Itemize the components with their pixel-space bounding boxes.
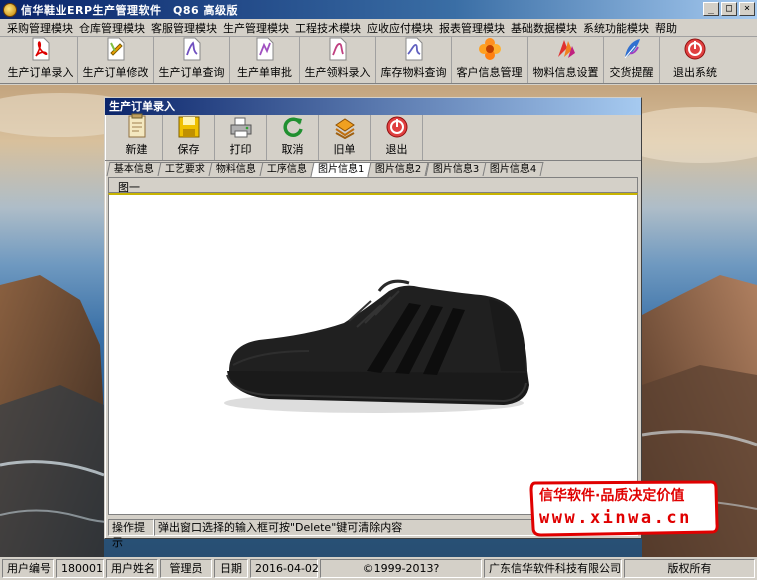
minimize-button[interactable]: _ [703,2,719,16]
toolbar-material-entry-button[interactable]: 生产领料录入 [300,37,376,83]
menu-production[interactable]: 生产管理模块 [220,20,292,36]
promo-banner: 信华软件·品质决定价值 www.xinwa.cn [527,478,722,540]
user-id-value: 180001 [56,559,104,578]
new-button[interactable]: 新建 [111,113,163,160]
window-title: 信华鞋业ERP生产管理软件 Q86 高级版 [21,3,239,17]
product-image-panel[interactable] [108,193,638,515]
flower-icon [478,37,502,61]
menu-warehouse[interactable]: 仓库管理模块 [76,20,148,36]
exit-icon [384,115,410,139]
window-controls: _ □ × [703,2,755,16]
tab-image-info-2[interactable]: 图片信息2 [367,162,430,176]
edit-doc-icon [104,37,128,61]
toolbar-order-approve-button[interactable]: 生产单审批 [230,37,300,83]
toolbar-delivery-reminder-button[interactable]: 交货提醒 [604,37,660,83]
order-entry-window: 生产订单录入 新建 保存 打印 取消 旧单 退出 基本信息 工艺要求 物料信息 … [104,97,642,549]
title-bar: 信华鞋业ERP生产管理软件 Q86 高级版 _ □ × [0,0,757,19]
exit-icon [683,37,707,61]
toolbar-order-modify-button[interactable]: 生产订单修改 [78,37,154,83]
toolbar-customer-info-button[interactable]: 客户信息管理 [452,37,528,83]
menu-engineering[interactable]: 工程技术模块 [292,20,364,36]
cancel-button[interactable]: 取消 [267,115,319,160]
info-tabs: 基本信息 工艺要求 物料信息 工序信息 图片信息1 图片信息2 图片信息3 图片… [106,162,544,177]
order-entry-title: 生产订单录入 [105,98,641,115]
copyright-years: ©1999-2013? [320,559,482,578]
toolbar-order-query-button[interactable]: 生产订单查询 [154,37,230,83]
toolbar-material-settings-button[interactable]: 物料信息设置 [528,37,604,83]
tab-basic-info[interactable]: 基本信息 [106,162,162,176]
toolbar-inventory-query-button[interactable]: 库存物料查询 [376,37,452,83]
approve-doc-icon [253,37,277,61]
app-icon [3,2,17,17]
printer-icon [228,115,254,139]
menu-purchase[interactable]: 采购管理模块 [4,20,76,36]
menu-system[interactable]: 系统功能模块 [580,20,652,36]
menu-customer-service[interactable]: 客服管理模块 [148,20,220,36]
refresh-icon [280,115,306,139]
toolbar-exit-button[interactable]: 退出系统 [660,37,730,83]
tab-image-info-1[interactable]: 图片信息1 [310,162,372,177]
query-doc-icon [180,37,204,61]
save-button[interactable]: 保存 [163,115,215,160]
feather-icon [620,37,644,61]
image-subtab-bar: 图一 [108,177,638,194]
main-toolbar: 生产订单录入 生产订单修改 生产订单查询 生产单审批 生产领料录入 库存物料查询 [0,37,757,84]
user-id-label: 用户编号 [2,559,54,578]
menu-receivable-payable[interactable]: 应收应付模块 [364,20,436,36]
menu-reports[interactable]: 报表管理模块 [436,20,508,36]
menu-base-data[interactable]: 基础数据模块 [508,20,580,36]
tab-image-info-3[interactable]: 图片信息3 [425,162,487,176]
shoe-image [224,279,529,413]
material-doc-icon [326,37,350,61]
exit-button[interactable]: 退出 [371,115,423,160]
tab-process-requirements[interactable]: 工艺要求 [157,162,213,176]
tab-material-info[interactable]: 物料信息 [208,162,264,176]
menu-bar: 采购管理模块 仓库管理模块 客服管理模块 生产管理模块 工程技术模块 应收应付模… [0,19,757,37]
maximize-button[interactable]: □ [721,2,737,16]
date-value: 2016-04-02 [250,559,319,578]
inventory-doc-icon [402,37,426,61]
print-button[interactable]: 打印 [215,115,267,160]
menu-help[interactable]: 帮助 [652,20,680,36]
company-name: 广东信华软件科技有限公司 [484,559,622,578]
old-order-button[interactable]: 旧单 [319,115,371,160]
order-entry-toolbar: 新建 保存 打印 取消 旧单 退出 [105,113,641,161]
new-doc-icon [124,113,150,139]
save-icon [176,115,202,139]
hint-label: 操作提示 [108,519,154,549]
rights-reserved: 版权所有 [624,559,755,578]
old-order-icon [332,115,358,139]
colorful-icon [554,37,578,61]
user-name-label: 用户姓名 [106,559,158,578]
status-bar: 用户编号 180001 用户姓名 管理员 日期 2016-04-02 ©1999… [0,557,757,580]
user-name-value: 管理员 [160,559,212,578]
promo-slogan: 信华软件·品质决定价值 [539,488,685,504]
toolbar-order-entry-button[interactable]: 生产订单录入 [4,37,78,83]
tab-procedure-info[interactable]: 工序信息 [259,162,315,176]
date-label: 日期 [214,559,248,578]
pdf-icon [29,37,53,61]
tab-image-info-4[interactable]: 图片信息4 [482,162,544,176]
close-button[interactable]: × [739,2,755,16]
promo-url: www.xinwa.cn [539,508,692,528]
